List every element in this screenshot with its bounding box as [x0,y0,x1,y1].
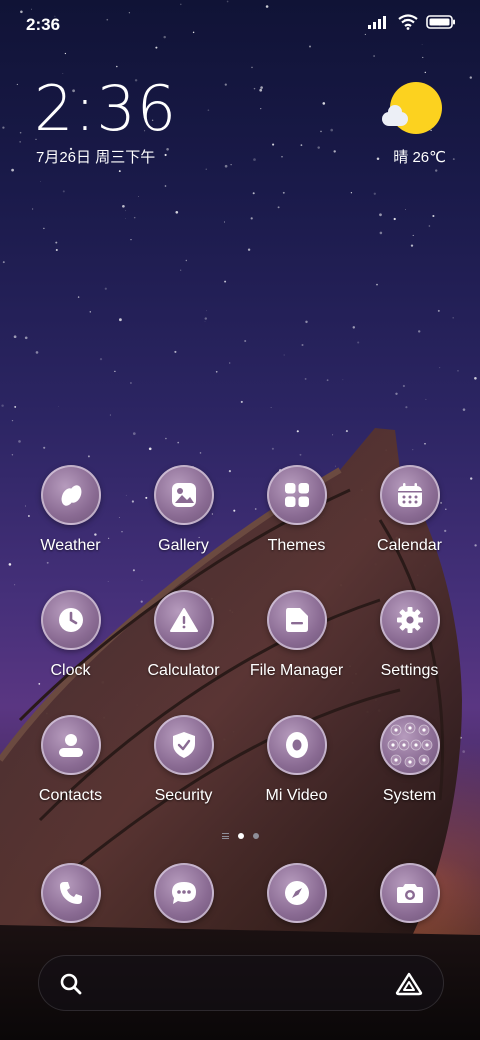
settings-icon [396,607,423,633]
app-label: Weather [40,537,101,554]
weather-text: 晴 26℃ [393,149,446,166]
app-label: Settings [380,662,439,679]
app-label: Security [154,787,213,804]
app-gallery[interactable]: Gallery [127,465,240,575]
weather-widget[interactable]: 晴 26℃ [382,82,446,172]
calendar-icon [397,483,422,507]
app-label: Mi Video [265,787,328,804]
messages-icon [171,882,196,904]
app-weather[interactable]: Weather [14,465,127,575]
clock-widget-date[interactable]: 7月26日 周三下午 [36,146,155,167]
dock-messages[interactable] [127,863,240,925]
search-bar[interactable] [38,955,444,1011]
weather-icon [61,485,81,506]
app-clock[interactable]: Clock [14,590,127,700]
assistant-icon[interactable] [395,972,423,996]
app-label: Themes [267,537,326,554]
status-time: 2:36 [26,15,61,34]
mi-video-icon [285,732,308,758]
page-indicator-menu [221,833,229,839]
page-indicator[interactable] [0,830,480,842]
contacts-icon [58,734,83,757]
clock-widget-time[interactable]: 2:36 [34,78,177,140]
app-label: Clock [50,662,91,679]
battery-icon [426,15,455,29]
app-file-manager[interactable]: File Manager [240,590,353,700]
app-calculator[interactable]: Calculator [127,590,240,700]
app-calendar[interactable]: Calendar [353,465,466,575]
app-themes[interactable]: Themes [240,465,353,575]
search-icon[interactable] [59,972,83,996]
app-system-folder[interactable]: System [353,715,466,825]
wifi-icon [398,14,418,30]
calculator-icon [169,608,198,632]
app-label: File Manager [249,662,344,679]
security-icon [172,732,195,758]
page-dot-current [237,833,244,839]
app-contacts[interactable]: Contacts [14,715,127,825]
dock-camera[interactable] [353,863,466,925]
signal-icon [368,16,386,29]
app-label: Calculator [147,662,220,679]
clock-icon [58,608,83,632]
browser-icon [284,881,309,905]
file-manager-icon [285,608,308,632]
app-mi-video[interactable]: Mi Video [240,715,353,825]
gallery-icon [171,483,196,507]
status-bar: 2:36 [0,0,480,50]
app-label: Gallery [158,537,209,554]
system-folder-icon [387,722,432,768]
status-icons [368,14,456,30]
dock-phone[interactable] [14,863,127,925]
phone-icon [59,882,82,904]
app-label: System [382,787,437,804]
themes-icon [284,483,309,507]
app-label: Contacts [38,787,103,804]
camera-icon [396,884,423,903]
dock-browser[interactable] [240,863,353,925]
app-label: Calendar [377,537,442,554]
app-security[interactable]: Security [127,715,240,825]
page-dot [252,833,259,839]
app-settings[interactable]: Settings [353,590,466,700]
